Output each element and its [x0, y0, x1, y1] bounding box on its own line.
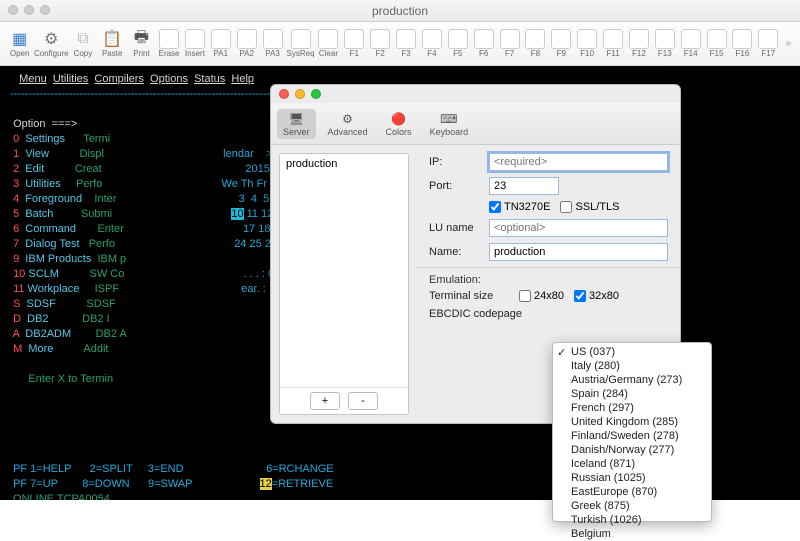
- ip-label: IP:: [429, 156, 489, 168]
- tn3270e-checkbox[interactable]: [489, 201, 501, 213]
- erase-button[interactable]: Erase: [157, 25, 181, 63]
- f2-button[interactable]: F2: [368, 25, 392, 63]
- zoom-icon[interactable]: [40, 5, 50, 15]
- f14-button[interactable]: F14: [679, 25, 703, 63]
- codepage-option[interactable]: Belgium: [553, 527, 711, 541]
- f7-button[interactable]: F7: [498, 25, 522, 63]
- f3-button[interactable]: F3: [394, 25, 418, 63]
- codepage-option[interactable]: Spain (284): [553, 387, 711, 401]
- pa3-button[interactable]: PA3: [261, 25, 285, 63]
- f1-button[interactable]: F1: [342, 25, 366, 63]
- f12-button[interactable]: F12: [627, 25, 651, 63]
- name-field[interactable]: [489, 243, 668, 261]
- tab-colors[interactable]: 🔴Colors: [380, 109, 418, 139]
- paste-button[interactable]: 📋Paste: [99, 25, 126, 63]
- f5-button[interactable]: F5: [446, 25, 470, 63]
- configure-button[interactable]: ⚙Configure: [35, 25, 67, 63]
- sheet-close-icon[interactable]: [279, 89, 289, 99]
- server-icon: 🖥: [286, 111, 306, 127]
- f17-button[interactable]: F17: [756, 25, 780, 63]
- codepage-option[interactable]: Austria/Germany (273): [553, 373, 711, 387]
- f13-button[interactable]: F13: [653, 25, 677, 63]
- window-title: production: [372, 4, 428, 18]
- codepage-dropdown[interactable]: US (037)Italy (280)Austria/Germany (273)…: [552, 342, 712, 522]
- close-icon[interactable]: [8, 5, 18, 15]
- add-server-button[interactable]: +: [310, 392, 340, 410]
- codepage-label: EBCDIC codepage: [429, 308, 549, 320]
- print-button[interactable]: 🖶Print: [128, 25, 155, 63]
- window-titlebar: production: [0, 0, 800, 22]
- codepage-option[interactable]: EastEurope (870): [553, 485, 711, 499]
- port-field[interactable]: [489, 177, 559, 195]
- f8-button[interactable]: F8: [524, 25, 548, 63]
- gear-icon: ⚙: [338, 111, 358, 127]
- server-list-item[interactable]: production: [286, 158, 402, 170]
- ts-32x80-checkbox[interactable]: [574, 290, 586, 302]
- f15-button[interactable]: F15: [705, 25, 729, 63]
- open-button[interactable]: ▦Open: [6, 25, 33, 63]
- tab-server[interactable]: 🖥Server: [277, 109, 316, 139]
- clear-button[interactable]: Clear: [317, 25, 341, 63]
- traffic-lights: [8, 5, 50, 15]
- toolbar-overflow-icon[interactable]: »: [782, 38, 794, 49]
- name-label: Name:: [429, 246, 489, 258]
- codepage-option[interactable]: Finland/Sweden (278): [553, 429, 711, 443]
- f6-button[interactable]: F6: [472, 25, 496, 63]
- remove-server-button[interactable]: -: [348, 392, 378, 410]
- keyboard-icon: ⌨: [439, 111, 459, 127]
- ip-field[interactable]: [489, 153, 668, 171]
- pa1-button[interactable]: PA1: [209, 25, 233, 63]
- codepage-option[interactable]: Italy (280): [553, 359, 711, 373]
- tab-advanced[interactable]: ⚙Advanced: [322, 109, 374, 139]
- sheet-minimize-icon[interactable]: [295, 89, 305, 99]
- server-list: production + -: [279, 153, 409, 415]
- codepage-option[interactable]: US (037): [553, 345, 711, 359]
- f10-button[interactable]: F10: [575, 25, 599, 63]
- minimize-icon[interactable]: [24, 5, 34, 15]
- lu-field[interactable]: [489, 219, 668, 237]
- insert-button[interactable]: Insert: [183, 25, 207, 63]
- f4-button[interactable]: F4: [420, 25, 444, 63]
- f16-button[interactable]: F16: [731, 25, 755, 63]
- f11-button[interactable]: F11: [601, 25, 625, 63]
- emulation-label: Emulation:: [429, 274, 668, 286]
- ts-24x80-checkbox[interactable]: [519, 290, 531, 302]
- codepage-option[interactable]: French (297): [553, 401, 711, 415]
- sheet-tabs: 🖥Server ⚙Advanced 🔴Colors ⌨Keyboard: [271, 103, 680, 145]
- ssltls-checkbox[interactable]: [560, 201, 572, 213]
- main-toolbar: ▦Open ⚙Configure ⧉Copy 📋Paste 🖶Print Era…: [0, 22, 800, 66]
- codepage-option[interactable]: Iceland (871): [553, 457, 711, 471]
- codepage-option[interactable]: United Kingdom (285): [553, 415, 711, 429]
- codepage-option[interactable]: Danish/Norway (277): [553, 443, 711, 457]
- colors-icon: 🔴: [389, 111, 409, 127]
- port-label: Port:: [429, 180, 489, 192]
- termsize-label: Terminal size: [429, 290, 519, 302]
- sheet-titlebar: [271, 85, 680, 103]
- copy-button[interactable]: ⧉Copy: [69, 25, 96, 63]
- tab-keyboard[interactable]: ⌨Keyboard: [424, 109, 475, 139]
- codepage-option[interactable]: Russian (1025): [553, 471, 711, 485]
- codepage-option[interactable]: Greek (875): [553, 499, 711, 513]
- codepage-option[interactable]: Turkish (1026): [553, 513, 711, 527]
- f9-button[interactable]: F9: [549, 25, 573, 63]
- pa2-button[interactable]: PA2: [235, 25, 259, 63]
- sysreq-button[interactable]: SysReq: [287, 25, 315, 63]
- lu-label: LU name: [429, 222, 489, 234]
- sheet-zoom-icon[interactable]: [311, 89, 321, 99]
